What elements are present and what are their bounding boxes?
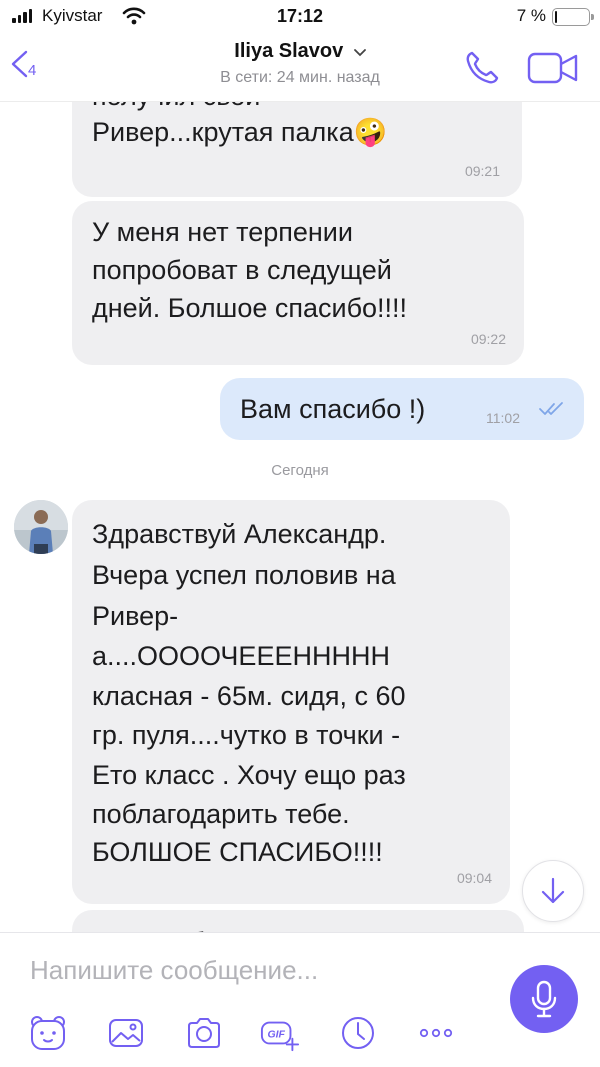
- camera-icon: [188, 1018, 220, 1048]
- message-input[interactable]: [30, 953, 470, 987]
- chevron-down-icon[interactable]: [353, 48, 366, 57]
- battery-percent: 7 %: [516, 6, 546, 25]
- date-separator: Сегодня: [271, 462, 329, 479]
- message-text-line: гр. пуля....чутко в точки -: [92, 720, 401, 750]
- message-text-line: БОЛШОЕ СПАСИБО!!!!: [92, 837, 383, 867]
- video-call-button[interactable]: [526, 48, 580, 93]
- phone-icon: [466, 51, 499, 84]
- message-text-line: Здравствуй Александр.: [92, 519, 387, 549]
- message-bubble[interactable]: М б: [72, 910, 524, 932]
- contact-title[interactable]: Iliya Slavov: [0, 40, 600, 63]
- message-bubble-outgoing[interactable]: Вам спасибо !) 11:02: [220, 378, 584, 440]
- double-check-icon: [539, 402, 563, 415]
- message-text-line: М б: [92, 924, 205, 932]
- sticker-bear-icon: [31, 1016, 65, 1050]
- gif-label: GIF: [267, 1030, 285, 1041]
- message-composer: GIF: [0, 932, 600, 1067]
- avatar-photo: [14, 500, 68, 554]
- gif-icon: GIF: [260, 1021, 300, 1052]
- message-list[interactable]: получил свой Ривер...крутая палка🤪 09:21…: [0, 102, 600, 932]
- gallery-button[interactable]: [106, 1013, 146, 1053]
- camera-button[interactable]: [184, 1013, 224, 1053]
- message-text-line: попробоват в следущей: [92, 255, 392, 285]
- message-time: 09:21: [464, 163, 500, 179]
- more-dots-icon: [419, 1028, 453, 1038]
- message-text-line: класная - 65м. сидя, с 60: [92, 681, 406, 711]
- chat-header: 4 Iliya Slavov В сети: 24 мин. назад: [0, 34, 600, 102]
- clock-icon: [342, 1017, 374, 1049]
- message-text-line: Ривер-: [92, 601, 179, 631]
- message-text-line: Вчера успел половив на: [92, 560, 396, 590]
- message-text-line: Ривер...крутая палка🤪: [92, 117, 388, 147]
- voice-message-button[interactable]: [510, 965, 578, 1033]
- message-bubble[interactable]: Здравствуй Александр. Вчера успел полови…: [72, 500, 510, 904]
- message-time: 09:22: [470, 331, 506, 347]
- message-text-line: Ето класс . Хочу ещо раз: [92, 760, 406, 790]
- message-text-line: Вам спасибо !): [240, 394, 426, 424]
- contact-avatar[interactable]: [14, 500, 68, 554]
- microphone-icon: [531, 980, 557, 1018]
- more-options-button[interactable]: [416, 1013, 456, 1053]
- scroll-to-bottom-button[interactable]: [522, 860, 584, 922]
- gif-button[interactable]: GIF: [260, 1013, 300, 1053]
- message-time: 09:04: [456, 870, 492, 886]
- message-text-line: получил свой: [92, 102, 260, 114]
- schedule-button[interactable]: [338, 1013, 378, 1053]
- message-bubble[interactable]: У меня нет терпении попробоват в следуще…: [72, 201, 524, 365]
- contact-last-seen: В сети: 24 мин. назад: [220, 69, 380, 86]
- battery-icon: [552, 8, 594, 26]
- message-text-line: У меня нет терпении: [92, 217, 353, 247]
- video-camera-icon: [527, 52, 578, 84]
- message-text-line: поблагодарить тебе.: [92, 799, 350, 829]
- sticker-button[interactable]: [28, 1013, 68, 1053]
- voice-call-button[interactable]: [462, 48, 502, 93]
- clock: 17:12: [276, 6, 324, 26]
- contact-name[interactable]: Iliya Slavov: [234, 40, 343, 62]
- message-time: 11:02: [486, 410, 520, 426]
- message-text-line: дней. Болшое спасибо!!!!: [92, 293, 408, 323]
- battery-level: [555, 11, 557, 23]
- message-bubble[interactable]: получил свой Ривер...крутая палка🤪 09:21: [72, 102, 522, 197]
- arrow-down-icon: [541, 877, 565, 904]
- message-text-line: а....ООООЧЕЕЕННННН: [92, 641, 390, 671]
- image-icon: [109, 1019, 143, 1047]
- status-bar: Kyivstar 17:12 7 %: [0, 0, 600, 34]
